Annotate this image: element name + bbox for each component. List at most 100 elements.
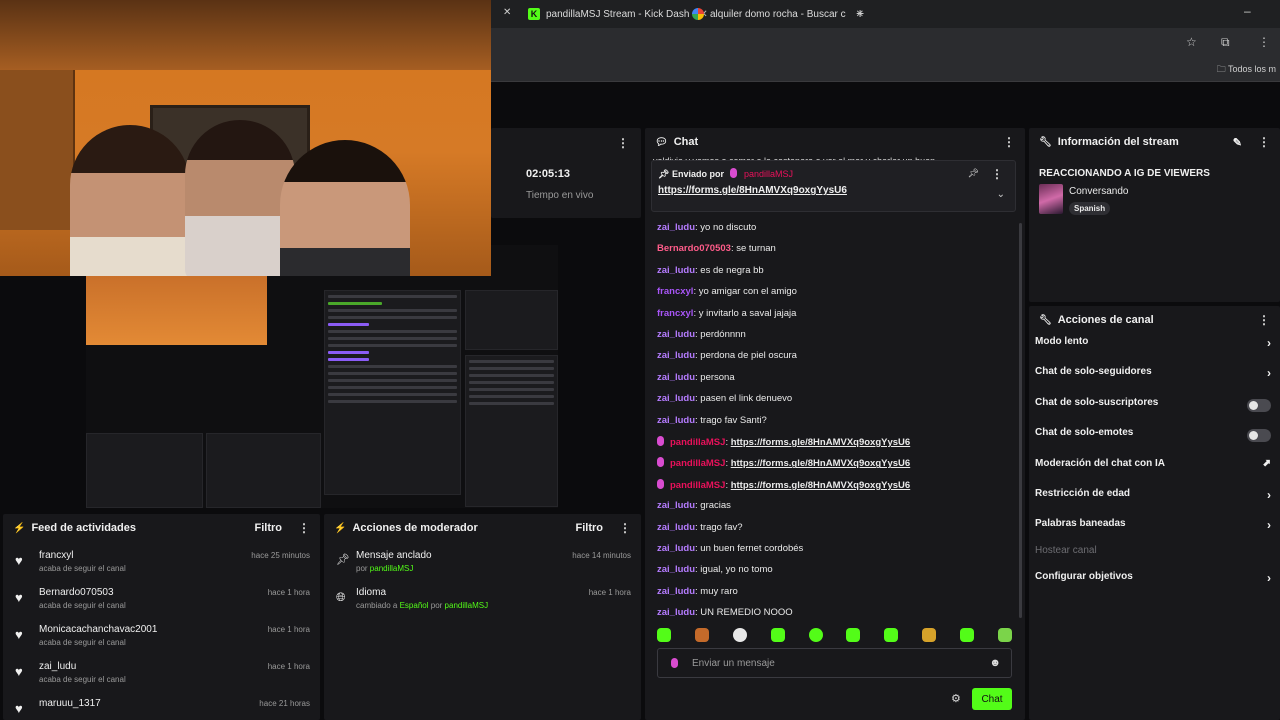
chat-username[interactable]: pandillaMSJ [670,437,725,448]
kebab-menu-icon[interactable]: ⋮ [1003,135,1015,149]
chat-username[interactable]: francxyl [657,308,693,319]
feed-user[interactable]: francxyl [39,550,73,561]
emote-icon[interactable] [808,628,823,642]
unpin-icon[interactable]: 📌︎ [968,168,979,179]
emote-icon[interactable] [922,628,937,642]
chat-username[interactable]: zai_ludu [657,329,695,340]
chat-username[interactable]: Bernardo070503 [657,243,731,254]
channel-action-item[interactable]: Moderación del chat con IA ⬈ [1035,458,1271,476]
chat-link[interactable]: https://forms.gle/8HnAMVXq9oxgYysU6 [731,480,910,491]
mod-action-item[interactable]: 🌐︎ Idioma cambiado a Español por pandill… [324,583,641,620]
activity-feed-panel: ⚡ Feed de actividades Filtro ⋮ ♥ francxy… [3,514,320,720]
channel-action-item[interactable]: Modo lento › [1035,336,1271,354]
chat-username[interactable]: zai_ludu [657,415,695,426]
feed-item[interactable]: ♥ maruuu_1317 hace 21 horas [3,694,320,720]
chat-message: zai_ludu: igual, yo no tomo [657,564,773,575]
star-icon[interactable]: ☆ [1186,35,1197,49]
pinned-link[interactable]: https://forms.gle/8HnAMVXq9oxgYysU6 [658,185,847,196]
minimize-icon[interactable]: – [1244,4,1251,18]
pinned-user[interactable]: pandillaMSJ [744,169,793,179]
emote-icon[interactable] [997,628,1012,642]
new-tab-button[interactable]: + [856,5,864,21]
kebab-menu-icon[interactable]: ⋮ [991,167,1003,181]
feed-user[interactable]: zai_ludu [39,661,76,672]
feed-user[interactable]: maruuu_1317 [39,698,101,709]
chat-username[interactable]: zai_ludu [657,586,695,597]
channel-action-item[interactable]: Chat de solo-suscriptores [1035,397,1271,415]
feed-action: acaba de seguir el canal [39,675,126,684]
channel-actions-header: 🔧︎ Acciones de canal ⋮ [1029,306,1280,334]
channel-action-item[interactable]: Chat de solo-seguidores › [1035,366,1271,384]
channel-action-item[interactable]: Palabras baneadas › [1035,518,1271,536]
emoji-icon[interactable]: ☻ [989,657,1001,669]
chat-username[interactable]: zai_ludu [657,350,695,361]
feed-user[interactable]: Monicacachanchavac2001 [39,624,157,635]
close-tab-icon[interactable]: ✕ [503,7,511,18]
chevron-down-icon[interactable]: ⌄ [997,189,1005,200]
chat-link[interactable]: https://forms.gle/8HnAMVXq9oxgYysU6 [731,437,910,448]
chat-username[interactable]: zai_ludu [657,393,695,404]
menu-icon[interactable]: ⋮ [1258,35,1270,49]
heart-icon: ♥ [15,664,23,679]
lightning-icon: ⚡ [13,522,26,534]
chat-username[interactable]: zai_ludu [657,564,695,575]
mod-action-item[interactable]: 📌︎ Mensaje anclado por pandillaMSJ hace … [324,546,641,583]
chat-link[interactable]: https://forms.gle/8HnAMVXq9oxgYysU6 [731,458,910,469]
chat-username[interactable]: zai_ludu [657,522,695,533]
chat-input[interactable]: Enviar un mensaje ☻ [657,648,1012,678]
emote-icon[interactable] [884,628,899,642]
chat-username[interactable]: francxyl [657,286,693,297]
chat-username[interactable]: pandillaMSJ [670,480,725,491]
chevron-right-icon: › [1267,518,1271,532]
chat-username[interactable]: zai_ludu [657,222,695,233]
gear-icon[interactable]: ⚙ [951,692,961,705]
feed-user[interactable]: Bernardo070503 [39,587,114,598]
edit-icon[interactable]: ✎ [1233,136,1242,149]
filter-button[interactable]: Filtro [255,522,283,534]
emote-icon[interactable] [846,628,861,642]
emote-icon[interactable] [960,628,974,642]
stream-category[interactable]: Conversando [1069,186,1128,197]
activity-feed-list: ♥ francxyl acaba de seguir el canal hace… [3,542,320,720]
feed-time: hace 1 hora [267,625,310,634]
chat-message: zai_ludu: perdona de piel oscura [657,350,797,361]
detail-user[interactable]: pandillaMSJ [445,601,489,610]
filter-button[interactable]: Filtro [576,522,604,534]
channel-action-item[interactable]: Restricción de edad › [1035,488,1271,506]
chat-username[interactable]: zai_ludu [657,607,695,618]
feed-item[interactable]: ♥ Monicacachanchavac2001 acaba de seguir… [3,620,320,657]
kebab-menu-icon[interactable]: ⋮ [1258,313,1270,327]
kebab-menu-icon[interactable]: ⋮ [1258,135,1270,149]
kebab-menu-icon[interactable]: ⋮ [619,521,631,535]
tab-title: alquiler domo rocha - Buscar c [710,8,846,20]
send-chat-button[interactable]: Chat [972,688,1012,710]
emote-icon[interactable] [732,628,747,642]
preview-chat [324,290,461,495]
chat-username[interactable]: zai_ludu [657,265,695,276]
toggle-switch[interactable] [1247,399,1271,412]
kebab-menu-icon[interactable]: ⋮ [617,136,629,150]
emote-icon[interactable] [770,628,785,642]
emote-icon[interactable] [694,628,709,642]
chat-message: zai_ludu: trago fav? [657,522,743,533]
kebab-menu-icon[interactable]: ⋮ [298,521,310,535]
bookmark-folder[interactable]: 🗀 Todos los m [1217,62,1276,78]
channel-action-item[interactable]: Configurar objetivos › [1035,571,1271,589]
feed-item[interactable]: ♥ zai_ludu acaba de seguir el canal hace… [3,657,320,694]
feed-item[interactable]: ♥ Bernardo070503 acaba de seguir el cana… [3,583,320,620]
feed-item[interactable]: ♥ francxyl acaba de seguir el canal hace… [3,546,320,583]
chat-username[interactable]: zai_ludu [657,372,695,383]
chat-text: persona [700,371,735,383]
toggle-switch[interactable] [1247,429,1271,442]
extensions-icon[interactable]: ⧉ [1221,35,1230,50]
detail-user[interactable]: pandillaMSJ [370,564,414,573]
tab-google-search[interactable]: alquiler domo rocha - Buscar c ✕ [692,0,864,28]
wrench-icon: 🔧︎ [1039,136,1052,148]
chat-username[interactable]: zai_ludu [657,500,695,511]
channel-action-item[interactable]: Chat de solo-emotes [1035,427,1271,445]
tab-kick-dashboard[interactable]: K pandillaMSJ Stream - Kick Dash ✕ [528,0,708,28]
chat-scrollbar[interactable] [1019,223,1022,618]
chat-username[interactable]: zai_ludu [657,543,695,554]
chat-username[interactable]: pandillaMSJ [670,458,725,469]
emote-icon[interactable] [657,628,671,642]
